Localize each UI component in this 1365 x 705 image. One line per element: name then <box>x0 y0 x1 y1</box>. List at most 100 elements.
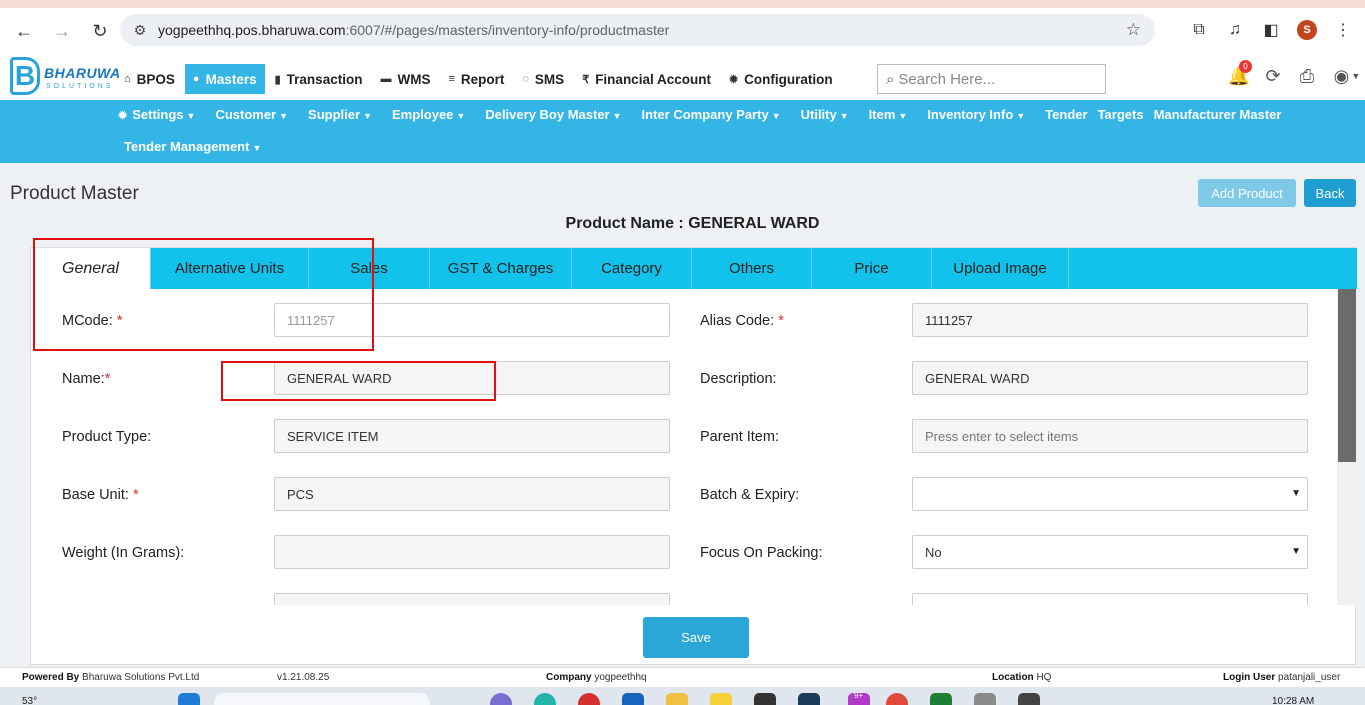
submenu-inventory-info[interactable]: Inventory Info ▼ <box>927 107 1025 122</box>
nav-wms[interactable]: ▬ WMS <box>372 64 438 94</box>
submenu-settings[interactable]: ✹ Settings ▼ <box>118 107 195 122</box>
tab-alternative-units[interactable]: Alternative Units <box>151 248 309 289</box>
submenu-delivery-boy-master[interactable]: Delivery Boy Master ▼ <box>485 107 621 122</box>
app-icon[interactable] <box>710 693 732 705</box>
app-icon[interactable] <box>1018 693 1040 705</box>
bharuwa-logo[interactable]: B BHARUWA SOLUTIONS <box>10 57 120 97</box>
required-marker: * <box>104 371 111 387</box>
tab-general[interactable]: General <box>31 248 151 289</box>
list-icon: ≡ <box>448 73 455 85</box>
next-row-input[interactable] <box>274 593 670 605</box>
submenu-tender[interactable]: Tender <box>1045 107 1087 122</box>
base-unit-input[interactable]: PCS <box>274 477 670 511</box>
submenu-item[interactable]: Item ▼ <box>869 107 908 122</box>
submenu-row-2: Tender Management ▼ <box>124 139 281 154</box>
gear-icon: ✹ <box>728 73 739 86</box>
rupee-icon: ₹ <box>582 73 590 86</box>
logo-subtitle: SOLUTIONS <box>46 83 114 90</box>
search-input[interactable]: ⌕ Search Here... <box>877 64 1106 94</box>
alias-code-label: Alias Code: * <box>700 313 784 329</box>
focus-packing-select[interactable]: No ▼ <box>912 535 1308 569</box>
media-control-icon[interactable]: ♫ <box>1221 16 1249 44</box>
logo-mark: B <box>10 57 40 95</box>
nav-financial-account[interactable]: ₹ Financial Account <box>574 64 719 94</box>
mcode-input[interactable]: 1111257 <box>274 303 670 337</box>
address-bar[interactable]: ⚙ yogpeethhq.pos.bharuwa.com:6007/#/page… <box>120 14 1155 46</box>
edge-icon[interactable] <box>534 693 556 705</box>
printer-icon[interactable]: ⎙ <box>1296 64 1318 88</box>
submenu-row-1: ✹ Settings ▼ Customer ▼ Supplier ▼ Employee ▼… <box>118 107 1301 122</box>
tab-upload-image[interactable]: Upload Image <box>932 248 1069 289</box>
nav-masters[interactable]: ● Masters <box>184 64 265 94</box>
side-panel-icon[interactable]: ◧ <box>1257 16 1285 44</box>
next-row-select[interactable] <box>912 593 1308 605</box>
site-settings-icon[interactable]: ⚙ <box>130 22 150 39</box>
nav-bpos[interactable]: ⌂ BPOS <box>116 64 183 94</box>
notification-bell-icon[interactable]: 🔔 0 <box>1228 60 1252 88</box>
tab-others[interactable]: Others <box>692 248 812 289</box>
chat-icon: ◌ <box>522 73 529 85</box>
nav-sms[interactable]: ◌ SMS <box>514 64 572 94</box>
extensions-icon[interactable]: ⧉ <box>1185 16 1213 44</box>
footer-version: v1.21.08.25 <box>277 672 330 683</box>
weight-label: Weight (In Grams): <box>62 545 185 561</box>
tab-price[interactable]: Price <box>812 248 932 289</box>
bookmark-star-icon[interactable]: ☆ <box>1126 20 1141 40</box>
app-icon[interactable] <box>490 693 512 705</box>
parent-item-input[interactable]: Press enter to select items <box>912 419 1308 453</box>
submenu-manufacturer-master[interactable]: Manufacturer Master <box>1154 107 1282 122</box>
browser-toolbar: ← → ↻ ⚙ yogpeethhq.pos.bharuwa.com:6007/… <box>0 8 1365 54</box>
name-input[interactable]: GENERAL WARD <box>274 361 670 395</box>
profile-avatar[interactable]: S <box>1293 16 1321 44</box>
app-icon[interactable] <box>974 693 996 705</box>
user-account-icon[interactable]: ◉ ▼ <box>1330 64 1364 88</box>
tab-category[interactable]: Category <box>572 248 692 289</box>
batch-expiry-select[interactable]: ▼ <box>912 477 1308 511</box>
caret-down-icon: ▼ <box>1016 111 1026 121</box>
base-unit-label: Base Unit: * <box>62 487 139 503</box>
name-label: Name:* <box>62 371 111 387</box>
back-arrow-icon[interactable]: ← <box>6 13 42 49</box>
submenu-inter-company-party[interactable]: Inter Company Party ▼ <box>642 107 781 122</box>
product-form-card: General Alternative Units Sales GST & Ch… <box>30 247 1357 665</box>
batch-expiry-label: Batch & Expiry: <box>700 487 800 503</box>
search-placeholder: Search Here... <box>898 70 996 88</box>
nav-transaction[interactable]: ▮ Transaction <box>267 64 371 94</box>
submenu-utility[interactable]: Utility ▼ <box>801 107 849 122</box>
required-marker: * <box>116 313 123 329</box>
weight-input[interactable] <box>274 535 670 569</box>
app-icon[interactable]: 9+ <box>848 691 870 705</box>
refresh-icon[interactable]: ⟳ <box>1262 64 1284 88</box>
reload-icon[interactable]: ↻ <box>82 13 118 49</box>
submenu-tender-management[interactable]: Tender Management ▼ <box>124 139 261 154</box>
browser-menu-icon[interactable]: ⋮ <box>1329 16 1357 44</box>
app-icon[interactable] <box>622 693 644 705</box>
focus-packing-label: Focus On Packing: <box>700 545 823 561</box>
app-icon[interactable] <box>754 693 776 705</box>
add-product-button[interactable]: Add Product <box>1198 179 1296 207</box>
product-type-input[interactable]: SERVICE ITEM <box>274 419 670 453</box>
alias-code-input[interactable]: 1111257 <box>912 303 1308 337</box>
file-explorer-icon[interactable] <box>666 693 688 705</box>
tab-gst-charges[interactable]: GST & Charges <box>430 248 572 289</box>
start-icon[interactable] <box>178 693 200 705</box>
submenu-supplier[interactable]: Supplier ▼ <box>308 107 372 122</box>
app-icon[interactable] <box>578 693 600 705</box>
submenu-customer[interactable]: Customer ▼ <box>215 107 288 122</box>
back-button[interactable]: Back <box>1304 179 1356 207</box>
taskbar-search[interactable] <box>214 693 430 705</box>
tab-sales[interactable]: Sales <box>309 248 430 289</box>
save-button[interactable]: Save <box>643 617 749 658</box>
submenu-employee[interactable]: Employee ▼ <box>392 107 465 122</box>
nav-report[interactable]: ≡ Report <box>440 64 512 94</box>
submenu-targets[interactable]: Targets <box>1098 107 1144 122</box>
logo-name: BHARUWA <box>44 65 121 81</box>
form-scrollbar-thumb[interactable] <box>1338 289 1356 462</box>
notification-badge: 0 <box>1239 60 1252 73</box>
app-icon[interactable] <box>798 693 820 705</box>
excel-icon[interactable] <box>930 693 952 705</box>
chrome-icon[interactable] <box>886 693 908 705</box>
nav-configuration[interactable]: ✹ Configuration <box>721 64 841 94</box>
description-input[interactable]: GENERAL WARD <box>912 361 1308 395</box>
forward-arrow-icon[interactable]: → <box>44 13 80 49</box>
